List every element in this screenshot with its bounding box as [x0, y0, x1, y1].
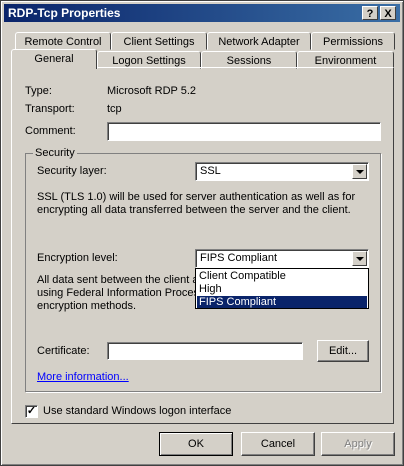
type-label: Type: [25, 85, 52, 97]
tab-permissions[interactable]: Permissions [311, 32, 395, 50]
close-button[interactable]: X [380, 6, 396, 20]
tab-general[interactable]: General [11, 49, 97, 69]
security-layer-desc-1: SSL (TLS 1.0) will be used for server au… [37, 191, 356, 203]
cancel-button[interactable]: Cancel [241, 432, 315, 456]
encryption-desc-1: All data sent between the client a [37, 274, 199, 286]
tab-remote-control[interactable]: Remote Control [15, 32, 111, 50]
type-value: Microsoft RDP 5.2 [107, 85, 197, 97]
logon-checkbox[interactable]: ✓ [25, 405, 38, 418]
comment-field[interactable] [107, 122, 381, 141]
security-layer-desc-2: encrypting all data transferred between … [37, 204, 351, 216]
tab-client-settings[interactable]: Client Settings [111, 32, 207, 50]
tab-network-adapter[interactable]: Network Adapter [207, 32, 311, 50]
logon-checkbox-label[interactable]: Use standard Windows logon interface [43, 405, 231, 417]
certificate-field[interactable] [107, 342, 303, 360]
more-information-link[interactable]: More information... [37, 371, 129, 383]
edit-certificate-button[interactable]: Edit... [317, 340, 369, 362]
chevron-down-icon[interactable] [352, 164, 367, 179]
help-button[interactable]: ? [362, 6, 378, 20]
title-bar[interactable]: RDP-Tcp Properties ? X [4, 4, 400, 22]
encryption-level-label: Encryption level: [37, 252, 118, 264]
encryption-level-value: FIPS Compliant [200, 252, 278, 264]
security-layer-value: SSL [200, 165, 221, 177]
encryption-level-dropdown: Client Compatible High FIPS Compliant [195, 268, 369, 309]
encryption-option-fips-compliant[interactable]: FIPS Compliant [197, 296, 367, 308]
encryption-level-select[interactable]: FIPS Compliant [195, 249, 369, 268]
ok-button[interactable]: OK [159, 432, 233, 456]
security-group-label: Security [33, 147, 77, 159]
certificate-label: Certificate: [37, 345, 90, 357]
security-layer-label: Security layer: [37, 165, 107, 177]
chevron-down-icon[interactable] [352, 251, 367, 266]
encryption-option-client-compatible[interactable]: Client Compatible [197, 270, 367, 282]
security-layer-select[interactable]: SSL [195, 162, 369, 181]
encryption-desc-2: using Federal Information Process [37, 287, 205, 299]
transport-label: Transport: [25, 103, 75, 115]
window-title: RDP-Tcp Properties [8, 6, 121, 20]
encryption-option-high[interactable]: High [197, 283, 367, 295]
comment-label: Comment: [25, 125, 76, 137]
properties-window: RDP-Tcp Properties ? X Remote Control Cl… [0, 0, 404, 466]
apply-button[interactable]: Apply [321, 432, 395, 456]
transport-value: tcp [107, 103, 122, 115]
encryption-desc-3: encryption methods. [37, 300, 137, 312]
